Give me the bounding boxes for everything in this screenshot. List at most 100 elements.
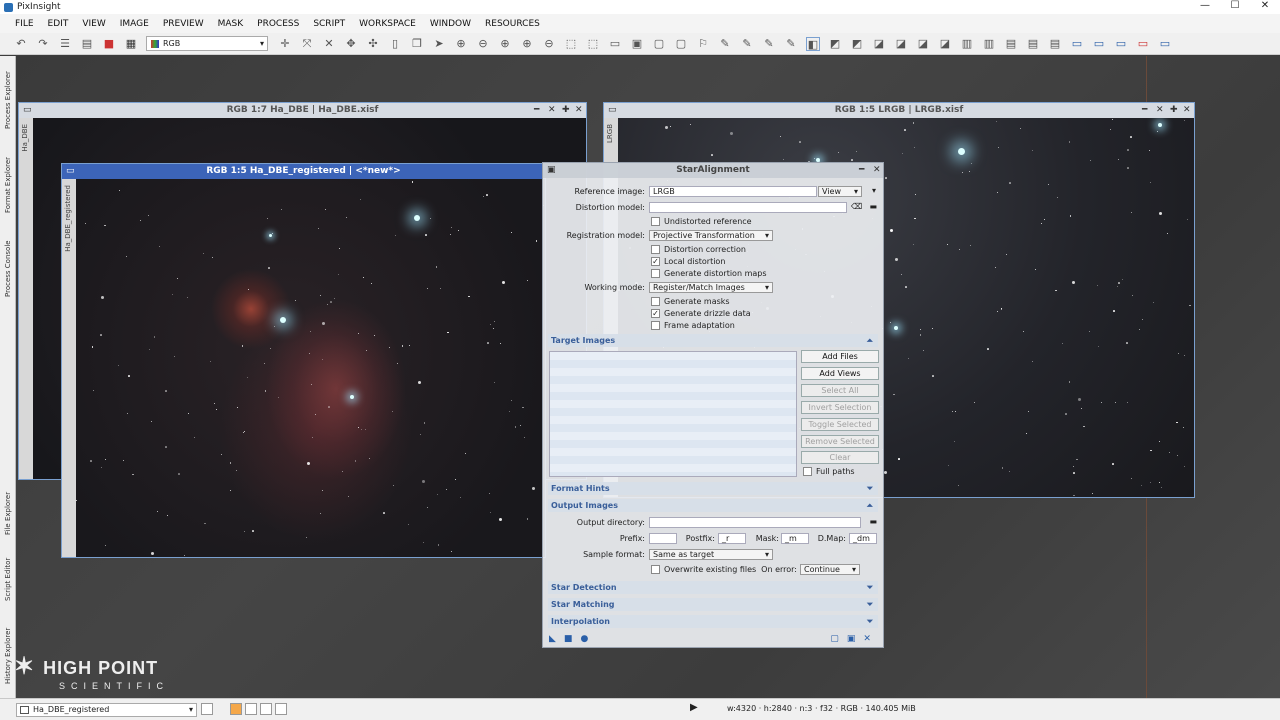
mask-input[interactable]: _m xyxy=(781,533,809,544)
add-files-button[interactable]: Add Files xyxy=(801,350,879,363)
monitor3-icon[interactable]: ▭ xyxy=(1114,37,1128,51)
format-hints-section[interactable]: Format Hints ⏷ xyxy=(548,482,878,495)
zoom-3-icon[interactable]: ⊖ xyxy=(542,37,556,51)
apply-global-icon[interactable]: ● xyxy=(580,634,588,644)
brush-icon[interactable]: ✎ xyxy=(718,37,732,51)
remove-selected-button[interactable]: Remove Selected xyxy=(801,435,879,448)
menu-script[interactable]: SCRIPT xyxy=(306,19,352,29)
menu-file[interactable]: FILE xyxy=(8,19,41,29)
page-icon[interactable]: ▯ xyxy=(388,37,402,51)
reference-mode-select[interactable]: View xyxy=(818,186,862,197)
shade-icon[interactable]: ━ xyxy=(859,163,864,178)
menu-edit[interactable]: EDIT xyxy=(41,19,76,29)
invert-selection-button[interactable]: Invert Selection xyxy=(801,401,879,414)
apply-icon[interactable]: ■ xyxy=(564,634,573,644)
collapse-icon[interactable]: ✕ xyxy=(548,103,556,118)
channel-toggle-2[interactable] xyxy=(260,703,272,715)
toggle-selected-button[interactable]: Toggle Selected xyxy=(801,418,879,431)
full-paths-checkbox[interactable]: Full paths xyxy=(803,466,855,477)
screen-icon[interactable]: ▢ xyxy=(652,37,666,51)
reset-icon[interactable]: ✕ xyxy=(863,634,871,644)
overwrite-existing-checkbox[interactable]: Overwrite existing files xyxy=(651,564,756,575)
on-error-select[interactable]: Continue xyxy=(800,564,860,575)
close-icon[interactable]: ✕ xyxy=(1183,103,1191,118)
menu-resources[interactable]: RESOURCES xyxy=(478,19,547,29)
image-canvas[interactable] xyxy=(76,179,545,557)
window-title-bar[interactable]: RGB 1:5 LRGB | LRGB.xisf ▭ ━ ✕ ✚ ✕ xyxy=(604,103,1194,118)
channel-icon[interactable]: ◩ xyxy=(828,37,842,51)
output-directory-input[interactable] xyxy=(649,517,861,528)
channel-toggle-3[interactable] xyxy=(275,703,287,715)
menu-mask[interactable]: MASK xyxy=(211,19,251,29)
monitor2-icon[interactable]: ▭ xyxy=(1092,37,1106,51)
folder-icon[interactable]: ▬ xyxy=(867,200,877,213)
shade-icon[interactable]: ━ xyxy=(534,103,539,118)
postfix-input[interactable]: _r xyxy=(718,533,746,544)
mask-icon[interactable]: ▣ xyxy=(630,37,644,51)
new-instance-icon[interactable]: ◣ xyxy=(549,634,556,644)
zoom-1-icon[interactable]: ⊕ xyxy=(498,37,512,51)
channel2-icon[interactable]: ◩ xyxy=(850,37,864,51)
registration-model-select[interactable]: Projective Transformation xyxy=(649,230,773,241)
dmap-input[interactable]: _dm xyxy=(849,533,877,544)
undo-icon[interactable]: ↶ xyxy=(14,37,28,51)
brush4-icon[interactable]: ✎ xyxy=(784,37,798,51)
close-button[interactable]: ✕ xyxy=(1250,0,1280,14)
chevron-down-icon[interactable]: ▾ xyxy=(868,184,876,197)
star-matching-section[interactable]: Star Matching ⏷ xyxy=(548,598,878,611)
menu-process[interactable]: PROCESS xyxy=(250,19,306,29)
target-images-list[interactable] xyxy=(549,351,797,477)
tab-script-editor[interactable]: Script Editor xyxy=(0,546,16,612)
copy-icon[interactable]: ❐ xyxy=(410,37,424,51)
tab-format-explorer[interactable]: Format Explorer xyxy=(0,146,16,224)
clear-button[interactable]: Clear xyxy=(801,451,879,464)
local-distortion-checkbox[interactable]: ✓ Local distortion xyxy=(651,256,725,267)
maximize-icon[interactable]: ✚ xyxy=(562,103,570,118)
zoom-out-icon[interactable]: ⊖ xyxy=(476,37,490,51)
frame-adaptation-checkbox[interactable]: Frame adaptation xyxy=(651,320,735,331)
undistorted-reference-checkbox[interactable]: Undistorted reference xyxy=(651,216,752,227)
brush3-icon[interactable]: ✎ xyxy=(762,37,776,51)
channel-toggle[interactable] xyxy=(245,703,257,715)
menu-window[interactable]: WINDOW xyxy=(423,19,478,29)
stretch-icon[interactable]: ⚐ xyxy=(696,37,710,51)
working-mode-select[interactable]: Register/Match Images xyxy=(649,282,773,293)
channel5-icon[interactable]: ◪ xyxy=(916,37,930,51)
minimize-button[interactable]: — xyxy=(1190,0,1220,14)
target-images-section[interactable]: Target Images ⏶ xyxy=(548,334,878,347)
distortion-correction-checkbox[interactable]: Distortion correction xyxy=(651,244,746,255)
clear-icon[interactable]: ⌫ xyxy=(851,200,862,213)
output-images-section[interactable]: Output Images ⏶ xyxy=(548,499,878,512)
view-tab[interactable]: Ha_DBE_registered xyxy=(62,179,76,557)
menu-view[interactable]: VIEW xyxy=(75,19,112,29)
dialog-title-bar[interactable]: ▣ StarAlignment ━ ✕ xyxy=(543,163,883,178)
tab-process-explorer[interactable]: Process Explorer xyxy=(0,60,16,140)
zoom-fit-icon[interactable]: ✕ xyxy=(322,37,336,51)
view-tab[interactable]: Ha_DBE xyxy=(19,118,33,479)
window-title-bar[interactable]: RGB 1:5 Ha_DBE_registered | <*new*> ▭ xyxy=(62,164,545,179)
generate-distortion-maps-checkbox[interactable]: Generate distortion maps xyxy=(651,268,767,279)
menu-preview[interactable]: PREVIEW xyxy=(156,19,211,29)
generate-masks-checkbox[interactable]: Generate masks xyxy=(651,296,730,307)
move-icon[interactable]: ✣ xyxy=(366,37,380,51)
history-icon[interactable]: ☰ xyxy=(58,37,72,51)
close-icon[interactable]: ✕ xyxy=(575,103,583,118)
preview-crop-icon[interactable]: ▭ xyxy=(608,37,622,51)
layout5-icon[interactable]: ▤ xyxy=(1048,37,1062,51)
tab-process-console[interactable]: Process Console xyxy=(0,228,16,310)
menu-workspace[interactable]: WORKSPACE xyxy=(352,19,423,29)
prefix-input[interactable] xyxy=(649,533,677,544)
menu-image[interactable]: IMAGE xyxy=(113,19,156,29)
zoom-2-icon[interactable]: ⊕ xyxy=(520,37,534,51)
collapse-icon[interactable]: ✕ xyxy=(1156,103,1164,118)
preview-icon[interactable]: ▢ xyxy=(830,634,839,644)
fit-icon[interactable]: ⤧ xyxy=(300,37,314,51)
new-image-icon[interactable]: ▤ xyxy=(80,37,94,51)
distortion-model-input[interactable] xyxy=(649,202,847,213)
preview-icon[interactable]: ⬚ xyxy=(564,37,578,51)
window-title-bar[interactable]: RGB 1:7 Ha_DBE | Ha_DBE.xisf ▭ ━ ✕ ✚ ✕ xyxy=(19,103,586,118)
maximize-icon[interactable]: ✚ xyxy=(1170,103,1178,118)
readout-icon[interactable]: ✛ xyxy=(278,37,292,51)
folder-icon[interactable]: ▬ xyxy=(867,515,877,528)
channel3-icon[interactable]: ◪ xyxy=(872,37,886,51)
